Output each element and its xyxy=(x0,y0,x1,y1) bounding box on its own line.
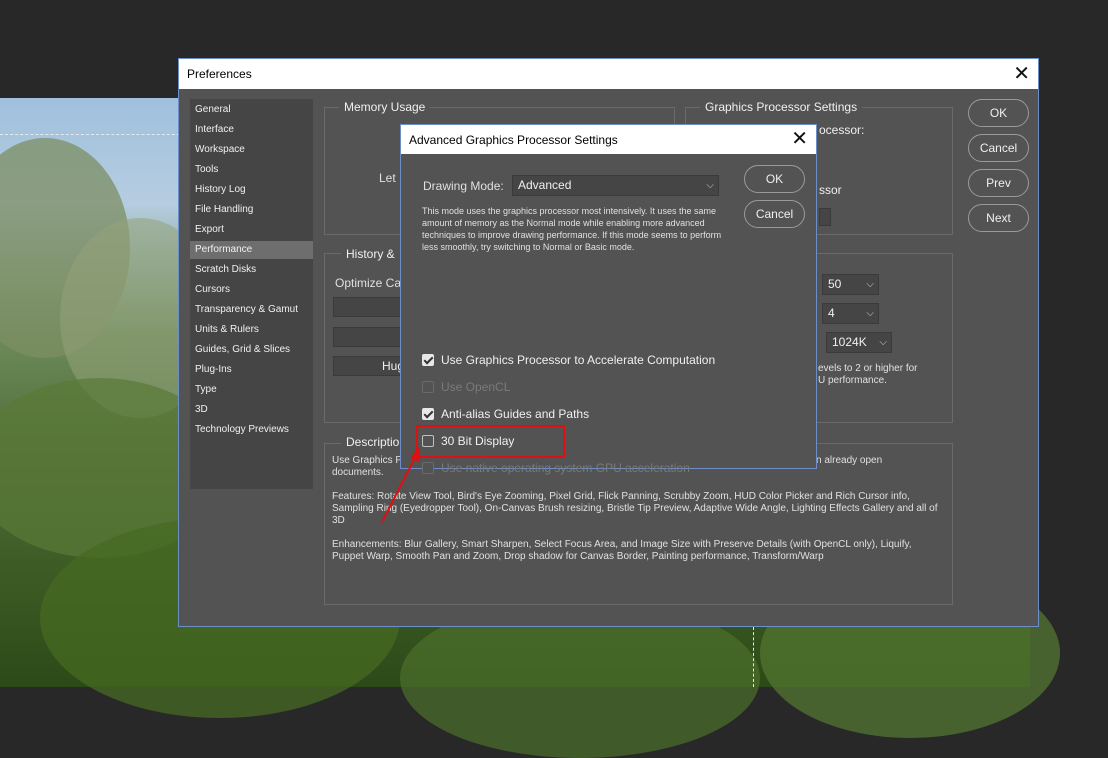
annotation-arrow-icon xyxy=(381,446,420,523)
cache-note-line2: U performance. xyxy=(818,375,887,386)
sidebar-item-interface[interactable]: Interface xyxy=(190,121,313,139)
advanced-gpu-dialog: Advanced Graphics Processor Settings ✕ D… xyxy=(400,124,817,475)
chevron-down-icon: ⌵ xyxy=(879,337,887,348)
sidebar-item-type[interactable]: Type xyxy=(190,381,313,399)
sidebar-item-tools[interactable]: Tools xyxy=(190,161,313,179)
use-opencl-checkbox xyxy=(422,381,434,393)
use-gpu-compute-label: Use Graphics Processor to Accelerate Com… xyxy=(441,353,716,367)
description-line1-right: n already open xyxy=(816,455,883,466)
cache-levels-dropdown[interactable]: 4 ⌵ xyxy=(822,303,879,324)
drawing-mode-label: Drawing Mode: xyxy=(423,179,504,193)
sidebar-item-technology-previews[interactable]: Technology Previews xyxy=(190,421,313,439)
sidebar-item-3d[interactable]: 3D xyxy=(190,401,313,419)
sidebar-item-performance[interactable]: Performance xyxy=(190,241,313,259)
sidebar-item-export[interactable]: Export xyxy=(190,221,313,239)
history-states-dropdown[interactable]: 50 ⌵ xyxy=(822,274,879,295)
preferences-title: Preferences xyxy=(187,67,252,81)
highlight-box xyxy=(416,425,565,458)
chevron-down-icon: ⌵ xyxy=(866,279,874,290)
history-states-value: 50 xyxy=(828,277,842,291)
drawing-mode-description: This mode uses the graphics processor mo… xyxy=(422,206,722,252)
native-gpu-acceleration-label: Use native operating system GPU accelera… xyxy=(441,461,690,475)
sidebar-item-file-handling[interactable]: File Handling xyxy=(190,201,313,219)
sidebar-item-transparency-gamut[interactable]: Transparency & Gamut xyxy=(190,301,313,319)
advanced-cancel-button[interactable]: Cancel xyxy=(744,200,805,228)
advanced-settings-button[interactable] xyxy=(819,208,831,226)
advanced-ok-button[interactable]: OK xyxy=(744,165,805,193)
optimize-cache-label: Optimize Ca xyxy=(335,276,402,290)
use-gpu-compute-checkbox[interactable] xyxy=(422,354,434,366)
drawing-mode-value: Advanced xyxy=(518,178,572,192)
selection-marquee-top xyxy=(0,134,180,135)
cache-tile-size-dropdown[interactable]: 1024K ⌵ xyxy=(826,332,892,353)
use-opencl-label: Use OpenCL xyxy=(441,380,511,394)
advanced-gpu-title: Advanced Graphics Processor Settings xyxy=(409,133,618,147)
sidebar-item-workspace[interactable]: Workspace xyxy=(190,141,313,159)
gpu-settings-title: Graphics Processor Settings xyxy=(700,100,863,114)
sidebar-item-history-log[interactable]: History Log xyxy=(190,181,313,199)
close-icon[interactable]: ✕ xyxy=(1013,64,1030,84)
memory-let-label: Let xyxy=(379,171,396,185)
sidebar-item-units-rulers[interactable]: Units & Rulers xyxy=(190,321,313,339)
preferences-titlebar: Preferences ✕ xyxy=(179,59,1038,89)
sidebar-item-guides-grid-slices[interactable]: Guides, Grid & Slices xyxy=(190,341,313,359)
preferences-sidebar: General Interface Workspace Tools Histor… xyxy=(190,99,313,489)
advanced-gpu-titlebar: Advanced Graphics Processor Settings ✕ xyxy=(401,125,816,154)
sidebar-item-scratch-disks[interactable]: Scratch Disks xyxy=(190,261,313,279)
drawing-mode-dropdown[interactable]: Advanced ⌵ xyxy=(512,175,719,196)
prev-button[interactable]: Prev xyxy=(968,169,1029,197)
ok-button[interactable]: OK xyxy=(968,99,1029,127)
close-icon[interactable]: ✕ xyxy=(791,129,808,149)
gpu-use-label: ssor xyxy=(819,183,842,197)
cancel-button[interactable]: Cancel xyxy=(968,134,1029,162)
next-button[interactable]: Next xyxy=(968,204,1029,232)
gpu-detected-label: ocessor: xyxy=(819,123,865,137)
memory-usage-title: Memory Usage xyxy=(339,100,431,114)
sidebar-item-general[interactable]: General xyxy=(190,101,313,119)
cache-tile-size-value: 1024K xyxy=(832,335,867,349)
sidebar-item-cursors[interactable]: Cursors xyxy=(190,281,313,299)
description-enhancements: Enhancements: Blur Gallery, Smart Sharpe… xyxy=(332,539,912,562)
chevron-down-icon: ⌵ xyxy=(706,180,714,191)
chevron-down-icon: ⌵ xyxy=(866,308,874,319)
cache-levels-value: 4 xyxy=(828,306,835,320)
sidebar-item-plug-ins[interactable]: Plug-Ins xyxy=(190,361,313,379)
cache-note-line1: evels to 2 or higher for xyxy=(818,363,918,374)
anti-alias-label: Anti-alias Guides and Paths xyxy=(441,407,590,421)
anti-alias-checkbox[interactable] xyxy=(422,408,434,420)
history-cache-title: History & xyxy=(341,247,400,261)
selection-marquee-right xyxy=(753,627,754,687)
